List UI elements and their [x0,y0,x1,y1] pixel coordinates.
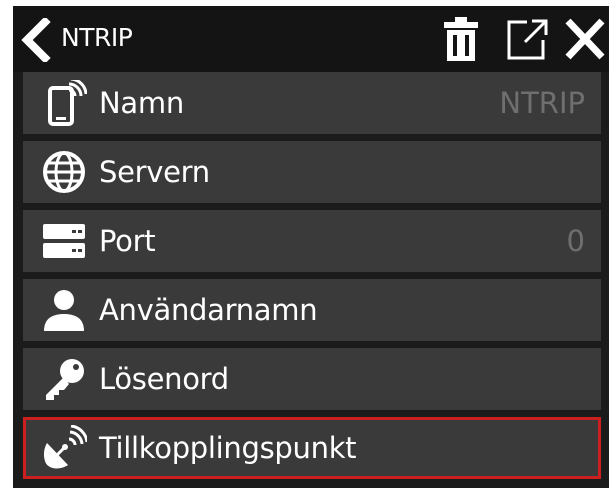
page-title: NTRIP [61,23,133,52]
key-icon [46,359,84,400]
field-row-port[interactable]: Port 0 [23,210,601,272]
title-bar: NTRIP [13,6,609,72]
open-external-button[interactable] [505,16,549,62]
chevron-left-icon [21,16,51,64]
field-label: Servern [99,155,210,189]
phone-signal-icon [48,80,87,126]
field-label: Användarnamn [99,293,318,327]
external-link-icon [507,19,548,60]
field-row-name[interactable]: Namn NTRIP [23,72,601,134]
trash-icon [444,17,478,61]
globe-icon [43,151,85,193]
user-icon [44,290,84,331]
server-icon [43,224,85,258]
field-label: Namn [99,86,184,120]
back-button[interactable] [19,16,53,64]
field-value: NTRIP [499,86,585,120]
field-row-password[interactable]: Lösenord [23,348,601,410]
delete-button[interactable] [443,16,479,62]
close-icon [565,18,605,60]
field-label: Lösenord [99,362,229,396]
field-value: 0 [566,224,585,258]
ntrip-settings-screen: NTRIP Namn NTRIP Servern Port 0 Användar… [13,6,609,488]
field-label: Port [99,224,156,258]
field-row-username[interactable]: Användarnamn [23,279,601,341]
field-label: Tillkopplingspunkt [99,431,357,465]
field-row-mountpoint[interactable]: Tillkopplingspunkt [23,417,601,479]
close-button[interactable] [563,16,607,62]
field-row-server[interactable]: Servern [23,141,601,203]
satellite-dish-icon [43,425,87,469]
